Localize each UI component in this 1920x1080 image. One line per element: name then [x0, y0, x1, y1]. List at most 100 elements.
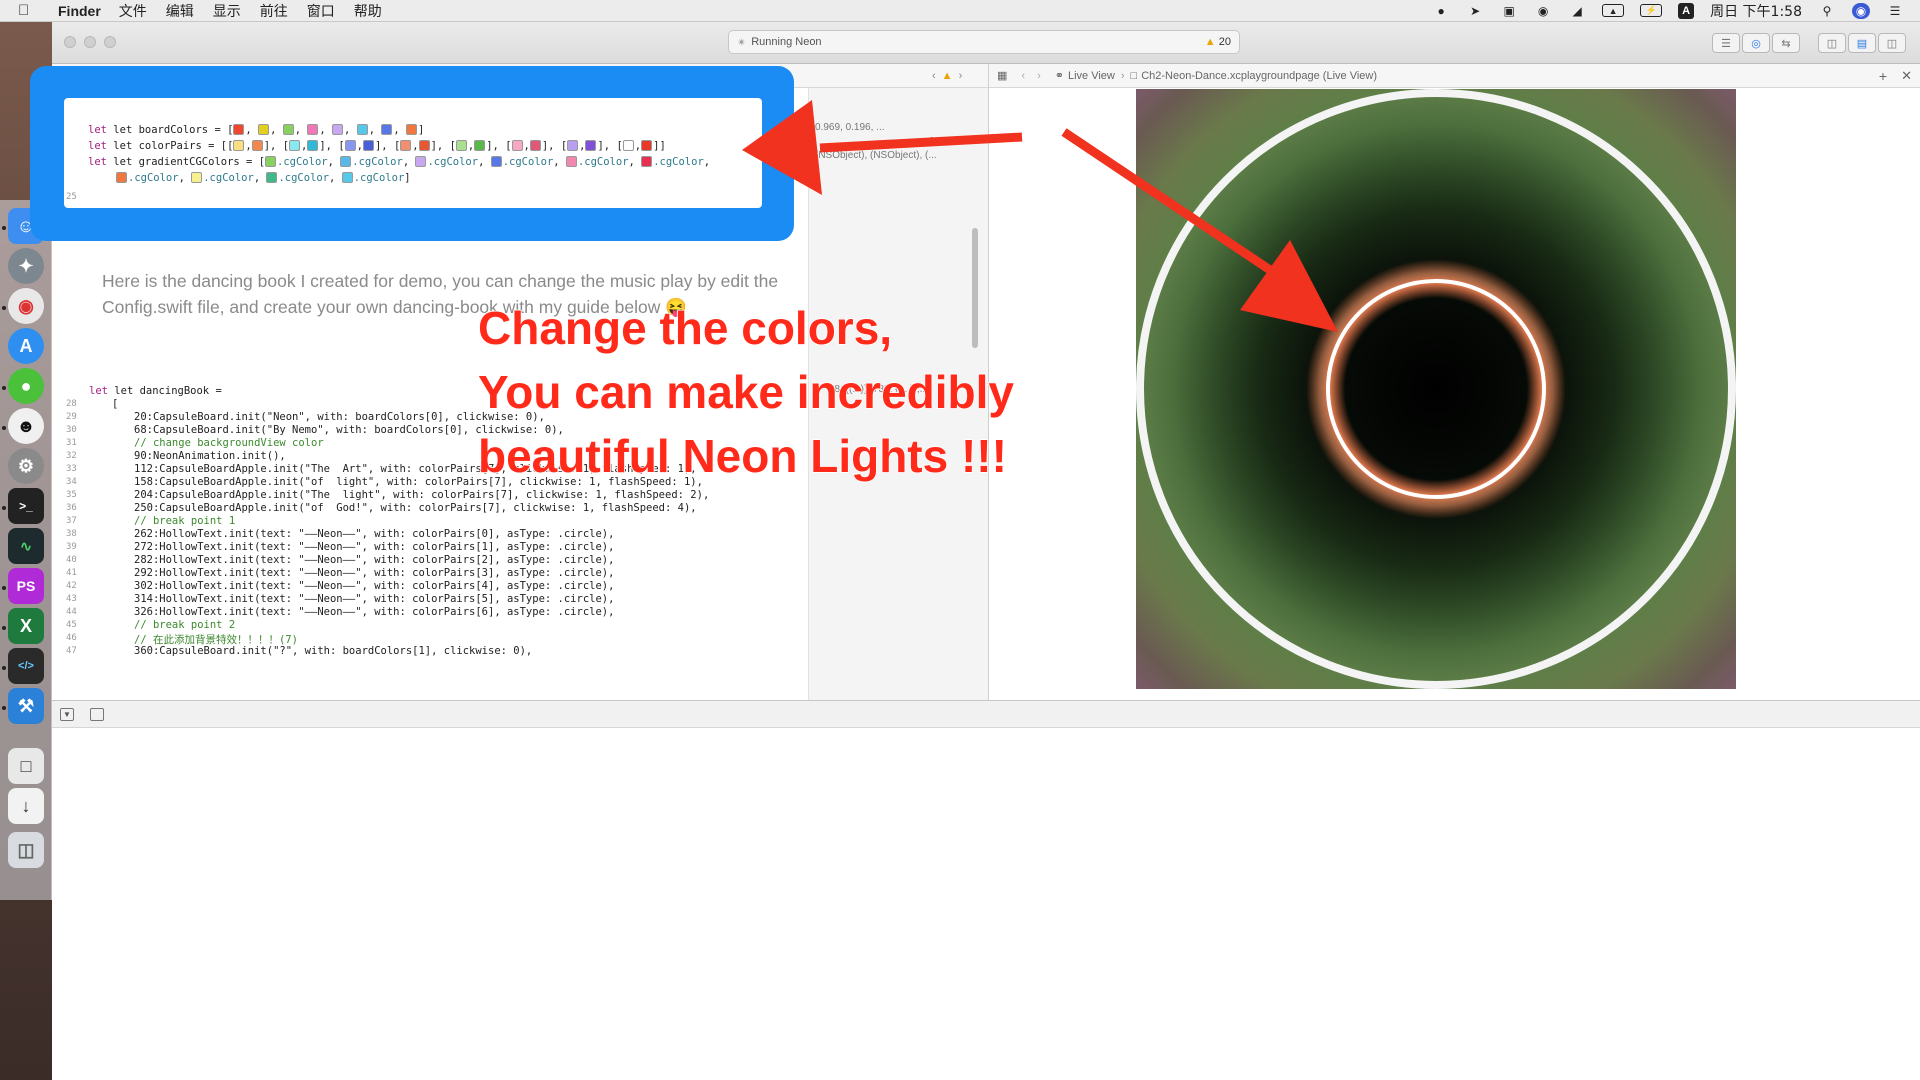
menu-edit[interactable]: 编辑 [166, 1, 194, 21]
color-literal-swatch[interactable] [641, 140, 653, 151]
color-literal-swatch[interactable] [266, 172, 278, 183]
color-literal-swatch[interactable] [622, 140, 634, 151]
run-control-icon[interactable] [90, 708, 104, 721]
version-editor-button[interactable]: ⇆ [1772, 33, 1800, 53]
standard-editor-button[interactable]: ☰ [1712, 33, 1740, 53]
color-literal-swatch[interactable] [400, 140, 412, 151]
hide-debug-icon[interactable]: ▼ [60, 708, 74, 721]
color-literal-swatch[interactable] [641, 156, 653, 167]
color-literal-swatch[interactable] [529, 140, 541, 151]
menu-app-name[interactable]: Finder [58, 3, 101, 19]
activity-monitor-icon[interactable]: ∿ [8, 528, 44, 564]
color-literal-swatch[interactable] [381, 124, 393, 135]
qq-dock-icon[interactable]: ☻ [8, 408, 44, 444]
battery-icon[interactable]: ⚡ [1640, 4, 1663, 17]
line-number: 32 [66, 451, 77, 461]
color-literal-swatch[interactable] [406, 124, 417, 135]
list-icon[interactable]: ☰ [1886, 3, 1904, 19]
menu-file[interactable]: 文件 [119, 1, 147, 21]
menu-help[interactable]: 帮助 [354, 1, 382, 21]
close-button[interactable] [64, 36, 76, 48]
color-literal-swatch[interactable] [455, 140, 467, 151]
debug-bar: ▼ [52, 700, 1920, 728]
menu-clock[interactable]: 周日 下午1:58 [1710, 1, 1802, 21]
color-literal-swatch[interactable] [289, 140, 301, 151]
color-literal-swatch[interactable] [307, 124, 319, 135]
document-icon[interactable]: □ [8, 748, 44, 784]
result-value[interactable]: 0.549... [929, 136, 962, 147]
add-editor-icon[interactable]: + [1879, 68, 1887, 84]
console-area[interactable] [52, 728, 1920, 1080]
color-literal-swatch[interactable] [356, 124, 368, 135]
excel-icon[interactable]: X [8, 608, 44, 644]
color-literal-swatch[interactable] [362, 140, 374, 151]
next-issue-icon[interactable]: › [959, 70, 963, 82]
wifi-icon[interactable]: ◢ [1568, 3, 1586, 19]
wechat-icon[interactable]: ◉ [1534, 3, 1552, 19]
color-literal-swatch[interactable] [332, 124, 344, 135]
prev-issue-icon[interactable]: ‹ [932, 70, 936, 82]
debug-area-toggle-button[interactable]: ▤ [1848, 33, 1876, 53]
jump-file[interactable]: Ch2-Neon-Dance.xcplaygroundpage (Live Vi… [1141, 70, 1377, 82]
color-literal-swatch[interactable] [341, 172, 353, 183]
xcode-icon[interactable]: ⚒ [8, 688, 44, 724]
menu-window[interactable]: 窗口 [307, 1, 335, 21]
issue-warning-icon[interactable]: ▲ [942, 70, 953, 82]
assistant-editor-button[interactable]: ◎ [1742, 33, 1770, 53]
line-number: 35 [66, 490, 77, 500]
color-literal-swatch[interactable] [511, 140, 523, 151]
download-icon[interactable]: ↓ [8, 788, 44, 824]
code-line-gradient-colors: let let gradientCGColors = [.cgColor, .c… [88, 156, 717, 168]
settings-icon[interactable]: ⚙ [8, 448, 44, 484]
color-literal-swatch[interactable] [340, 156, 352, 167]
color-literal-swatch[interactable] [585, 140, 597, 151]
color-literal-swatch[interactable] [344, 140, 356, 151]
color-literal-swatch[interactable] [116, 172, 127, 183]
utilities-toggle-button[interactable]: ◫ [1878, 33, 1906, 53]
menu-view[interactable]: 显示 [213, 1, 241, 21]
airplay-icon[interactable]: ▲ [1602, 4, 1625, 17]
color-literal-swatch[interactable] [567, 140, 579, 151]
docker-icon[interactable]: ▣ [1500, 3, 1518, 19]
navigator-toggle-button[interactable]: ◫ [1818, 33, 1846, 53]
close-editor-icon[interactable]: ✕ [1901, 68, 1912, 84]
appstore-icon[interactable]: A [8, 328, 44, 364]
color-literal-swatch[interactable] [415, 156, 427, 167]
color-literal-swatch[interactable] [233, 124, 245, 135]
jump-live-view[interactable]: Live View [1068, 70, 1115, 82]
code-editor-icon[interactable]: </> [8, 648, 44, 684]
color-literal-swatch[interactable] [233, 140, 245, 151]
input-source-icon[interactable]: A [1678, 2, 1695, 19]
forward-icon[interactable]: › [1037, 70, 1041, 82]
color-literal-swatch[interactable] [565, 156, 577, 167]
phpstorm-icon[interactable]: PS [8, 568, 44, 604]
color-literal-swatch[interactable] [258, 124, 270, 135]
color-literal-swatch[interactable] [307, 140, 319, 151]
color-literal-swatch[interactable] [490, 156, 502, 167]
search-icon[interactable]: ⚲ [1818, 3, 1836, 19]
result-value[interactable]: 0.969, 0.196, ... [815, 122, 885, 133]
wechat-dock-icon[interactable]: ● [8, 368, 44, 404]
terminal-icon[interactable]: >_ [8, 488, 44, 524]
chrome-icon[interactable]: ◉ [8, 288, 44, 324]
line-number: 25 [66, 192, 77, 202]
launchpad-icon[interactable]: ✦ [8, 248, 44, 284]
zoom-button[interactable] [104, 36, 116, 48]
warning-badge[interactable]: ▲ 20 [1205, 36, 1231, 48]
apple-icon[interactable]:  [18, 2, 44, 19]
minimize-button[interactable] [84, 36, 96, 48]
color-literal-swatch[interactable] [418, 140, 430, 151]
back-icon[interactable]: ‹ [1021, 70, 1025, 82]
color-literal-swatch[interactable] [282, 124, 294, 135]
send-icon[interactable]: ➤ [1466, 3, 1484, 19]
color-literal-swatch[interactable] [191, 172, 203, 183]
color-literal-swatch[interactable] [265, 156, 277, 167]
related-items-icon[interactable]: ▦ [997, 69, 1007, 82]
siri-icon[interactable]: ◉ [1852, 2, 1870, 19]
result-value[interactable]: (NSObject), (NSObject), (... [815, 150, 937, 161]
trash-icon[interactable]: ◫ [8, 832, 44, 868]
color-literal-swatch[interactable] [474, 140, 486, 151]
color-literal-swatch[interactable] [251, 140, 263, 151]
menu-go[interactable]: 前往 [260, 1, 288, 21]
qq-icon[interactable]: ● [1432, 3, 1450, 19]
